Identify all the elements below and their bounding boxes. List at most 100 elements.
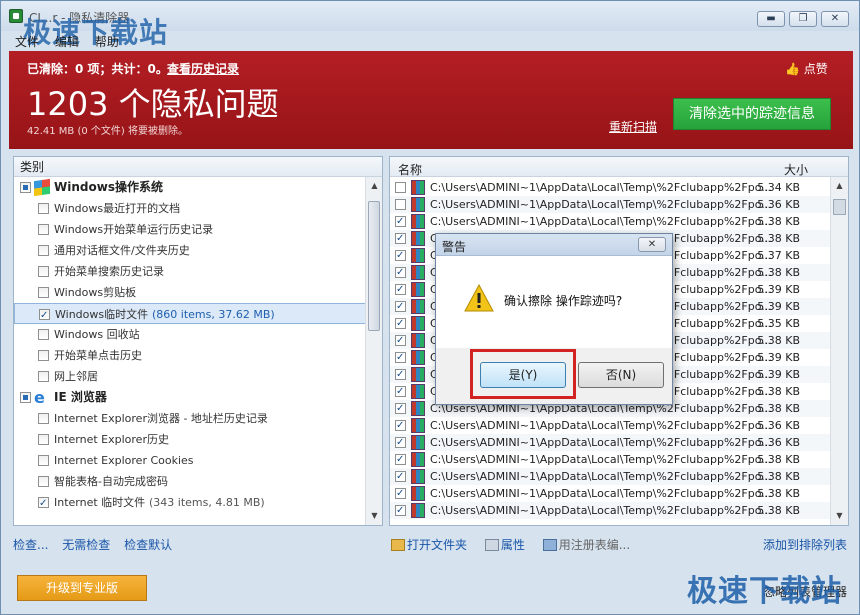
scroll-up-icon[interactable]: ▲ <box>368 179 381 193</box>
category-item[interactable]: Internet Explorer历史 <box>14 429 366 450</box>
file-checkbox[interactable] <box>395 485 406 502</box>
category-label: Windows开始菜单运行历史记录 <box>54 223 214 236</box>
checkbox[interactable] <box>38 245 49 256</box>
column-size[interactable]: 大小 <box>784 161 808 178</box>
no-button[interactable]: 否(N) <box>578 362 664 388</box>
file-checkbox[interactable] <box>395 264 406 281</box>
category-item[interactable]: Windows剪贴板 <box>14 282 366 303</box>
close-button[interactable]: ✕ <box>821 11 849 27</box>
file-row[interactable]: C:\Users\ADMINI~1\AppData\Local\Temp\%2F… <box>390 451 830 468</box>
open-folder-button[interactable]: 打开文件夹 <box>391 536 467 553</box>
file-row[interactable]: C:\Users\ADMINI~1\AppData\Local\Temp\%2F… <box>390 485 830 502</box>
file-row[interactable]: C:\Users\ADMINI~1\AppData\Local\Temp\%2F… <box>390 502 830 519</box>
menu-help[interactable]: 帮助 <box>95 33 119 50</box>
file-checkbox[interactable] <box>395 247 406 264</box>
file-row[interactable]: C:\Users\ADMINI~1\AppData\Local\Temp\%2F… <box>390 468 830 485</box>
scroll-down-icon[interactable]: ▼ <box>833 509 846 523</box>
file-row[interactable]: C:\Users\ADMINI~1\AppData\Local\Temp\%2F… <box>390 196 830 213</box>
properties-button[interactable]: 属性 <box>484 536 525 553</box>
file-checkbox[interactable] <box>395 332 406 349</box>
checkbox[interactable] <box>20 392 31 403</box>
file-row[interactable]: C:\Users\ADMINI~1\AppData\Local\Temp\%2F… <box>390 213 830 230</box>
file-checkbox[interactable] <box>395 182 406 193</box>
minimize-button[interactable]: ▬ <box>757 11 785 27</box>
category-item[interactable]: 智能表格-自动完成密码 <box>14 471 366 492</box>
category-row[interactable]: e IE 浏览器 <box>14 387 366 408</box>
archive-file-icon <box>411 350 425 365</box>
file-checkbox[interactable] <box>395 298 406 315</box>
checkbox[interactable] <box>20 182 31 193</box>
dialog-close-button[interactable]: ✕ <box>638 237 666 252</box>
file-checkbox[interactable] <box>395 383 406 400</box>
scroll-down-icon[interactable]: ▼ <box>368 509 381 523</box>
check-link[interactable]: 检查... <box>13 538 48 552</box>
file-row[interactable]: C:\Users\ADMINI~1\AppData\Local\Temp\%2F… <box>390 417 830 434</box>
category-item[interactable]: 开始菜单点击历史 <box>14 345 366 366</box>
scroll-thumb[interactable] <box>833 199 846 215</box>
category-label: IE 浏览器 <box>54 390 107 404</box>
view-history-link[interactable]: 查看历史记录 <box>167 60 239 77</box>
add-exclude-link[interactable]: 添加到排除列表 <box>763 536 847 553</box>
category-item[interactable]: Internet Explorer Cookies <box>14 450 366 471</box>
file-path: C:\Users\ADMINI~1\AppData\Local\Temp\%2F… <box>430 436 772 449</box>
file-checkbox[interactable] <box>395 199 406 210</box>
no-check-link[interactable]: 无需检查 <box>62 538 110 552</box>
checkbox[interactable] <box>38 350 49 361</box>
scroll-up-icon[interactable]: ▲ <box>833 179 846 193</box>
file-checkbox[interactable] <box>395 400 406 417</box>
menu-bar: 文件 编辑 帮助 <box>15 33 131 49</box>
category-item[interactable]: Windows临时文件(860 items, 37.62 MB) <box>14 303 366 326</box>
file-checkbox[interactable] <box>395 349 406 366</box>
category-item[interactable]: Windows 回收站 <box>14 324 366 345</box>
category-item[interactable]: Internet Explorer浏览器 - 地址栏历史记录 <box>14 408 366 429</box>
category-item[interactable]: 网上邻居 <box>14 366 366 387</box>
file-checkbox[interactable] <box>395 366 406 383</box>
checkbox[interactable] <box>38 287 49 298</box>
file-list-scrollbar[interactable]: ▲ ▼ <box>830 177 848 525</box>
scroll-thumb[interactable] <box>368 201 380 331</box>
like-button[interactable]: 👍 点赞 <box>785 60 828 77</box>
file-checkbox[interactable] <box>395 213 406 230</box>
checkbox[interactable] <box>38 224 49 235</box>
clean-selected-button[interactable]: 清除选中的踪迹信息 <box>673 98 831 130</box>
checkbox[interactable] <box>38 476 49 487</box>
registry-editor-button[interactable]: 用注册表编... <box>542 536 630 553</box>
file-row[interactable]: C:\Users\ADMINI~1\AppData\Local\Temp\%2F… <box>390 179 830 196</box>
dialog-title-bar[interactable]: 警告 ✕ <box>436 234 672 256</box>
checkbox[interactable] <box>39 305 50 326</box>
category-item[interactable]: 开始菜单搜索历史记录 <box>14 261 366 282</box>
yes-button[interactable]: 是(Y) <box>480 362 566 388</box>
checkbox[interactable] <box>38 455 49 466</box>
checkbox[interactable] <box>38 329 49 340</box>
file-checkbox[interactable] <box>395 417 406 434</box>
upgrade-button[interactable]: 升级到专业版 <box>17 575 147 601</box>
checkbox[interactable] <box>38 371 49 382</box>
file-checkbox[interactable] <box>395 468 406 485</box>
category-scrollbar[interactable]: ▲ ▼ <box>365 177 382 525</box>
check-default-link[interactable]: 检查默认 <box>124 538 172 552</box>
category-item[interactable]: 通用对话框文件/文件夹历史 <box>14 240 366 261</box>
checkbox[interactable] <box>38 413 49 424</box>
checkbox[interactable] <box>38 434 49 445</box>
archive-file-icon <box>411 367 425 382</box>
checkbox[interactable] <box>38 493 49 514</box>
category-item[interactable]: Windows开始菜单运行历史记录 <box>14 219 366 240</box>
file-checkbox[interactable] <box>395 434 406 451</box>
restore-button[interactable]: ❐ <box>789 11 817 27</box>
file-checkbox[interactable] <box>395 230 406 247</box>
menu-edit[interactable]: 编辑 <box>55 33 79 50</box>
file-checkbox[interactable] <box>395 502 406 519</box>
checkbox[interactable] <box>38 266 49 277</box>
category-item[interactable]: Windows最近打开的文档 <box>14 198 366 219</box>
file-checkbox[interactable] <box>395 451 406 468</box>
file-checkbox[interactable] <box>395 281 406 298</box>
category-row[interactable]: Windows操作系统 <box>14 177 366 198</box>
checkbox[interactable] <box>38 203 49 214</box>
file-path: C:\Users\ADMINI~1\AppData\Local\Temp\%2F… <box>430 198 772 211</box>
category-item[interactable]: Internet 临时文件(343 items, 4.81 MB) <box>14 492 366 514</box>
rescan-link[interactable]: 重新扫描 <box>609 118 657 135</box>
file-checkbox[interactable] <box>395 315 406 332</box>
menu-file[interactable]: 文件 <box>15 33 39 50</box>
column-name[interactable]: 名称 <box>398 161 422 178</box>
file-row[interactable]: C:\Users\ADMINI~1\AppData\Local\Temp\%2F… <box>390 434 830 451</box>
